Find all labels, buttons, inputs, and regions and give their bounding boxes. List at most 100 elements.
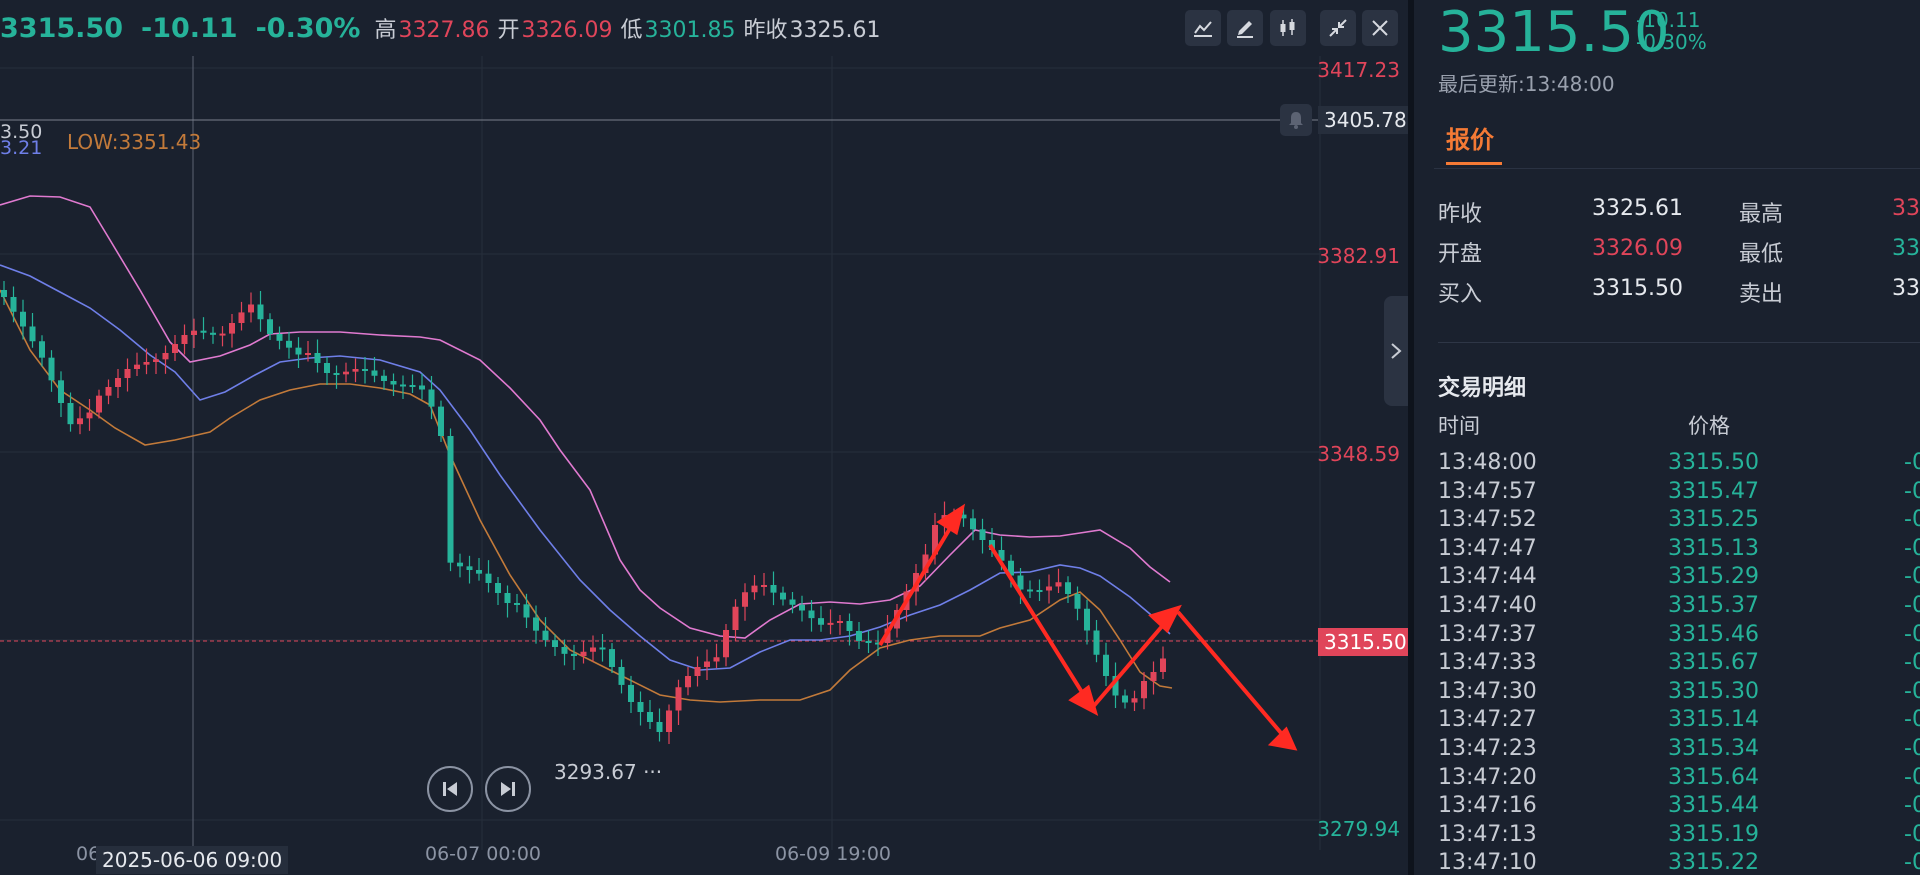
candle-body xyxy=(77,418,83,425)
quote-low-label: 最低 xyxy=(1739,242,1784,267)
ma-legend-low: LOW:3351.43 xyxy=(67,130,202,154)
quote-open-label: 开盘 xyxy=(1438,242,1483,267)
trade-change: -0 xyxy=(1904,621,1920,647)
candle-body xyxy=(723,630,729,658)
candle-body xyxy=(533,617,539,631)
current-price-tag: 3315.50 xyxy=(1318,628,1413,656)
ma-line-pink xyxy=(0,195,1171,639)
trade-time: 13:47:47 xyxy=(1438,535,1537,561)
min-price-dots: ··· xyxy=(636,760,663,784)
trade-row: 13:47:47 3315.13 -0 xyxy=(1438,536,1920,565)
candle-body xyxy=(352,369,359,372)
candle-body xyxy=(1160,658,1166,672)
candle-body xyxy=(1065,582,1071,594)
header-change: -10.11 xyxy=(140,13,238,44)
line-tool-button[interactable] xyxy=(1185,10,1221,46)
trade-price: 3315.19 xyxy=(1668,821,1759,847)
quote-prev-close: 3325.61 xyxy=(1592,196,1683,221)
min-price-marker: 3293.67 ··· xyxy=(554,760,662,784)
ma-legend-fragment: 3.50 3.21 xyxy=(0,123,42,158)
trade-row: 13:47:10 3315.22 -0 xyxy=(1438,850,1920,875)
trade-price: 3315.67 xyxy=(1668,650,1759,676)
candle-body xyxy=(808,610,815,619)
candle-body xyxy=(590,647,596,652)
candle-body xyxy=(438,406,444,436)
trade-price: 3315.47 xyxy=(1668,478,1759,504)
trade-time: 13:47:10 xyxy=(1438,850,1537,875)
close-chart-button[interactable] xyxy=(1362,10,1398,46)
candle-body xyxy=(1055,582,1062,587)
alert-bell-button[interactable] xyxy=(1280,104,1312,136)
candle-body xyxy=(742,592,748,607)
candle-body xyxy=(10,297,17,312)
trade-change: -0 xyxy=(1904,850,1920,875)
chart-type-button[interactable] xyxy=(1270,10,1306,46)
trade-time: 13:47:30 xyxy=(1438,678,1537,704)
candlestick-icon xyxy=(1280,19,1295,36)
header-high: 3327.86 xyxy=(398,18,490,43)
candle-body xyxy=(362,369,368,371)
ma-line-blue xyxy=(0,264,1171,671)
trade-change: -0 xyxy=(1904,764,1920,790)
candle-body xyxy=(371,370,378,376)
quote-side-panel: 3315.50 -10.11 -0.30% 最后更新:13:48:00 报价 昨… xyxy=(1414,0,1920,875)
trade-row: 13:48:00 3315.50 -0 xyxy=(1438,450,1920,479)
trade-time: 13:47:23 xyxy=(1438,736,1537,761)
trade-change: -0 xyxy=(1904,793,1920,819)
price-axis-label: 3279.94 xyxy=(1317,817,1400,841)
trade-change: -0 xyxy=(1904,650,1920,676)
candle-body xyxy=(514,603,520,605)
candle-body xyxy=(685,676,691,688)
trade-row: 13:47:52 3315.25 -0 xyxy=(1438,507,1920,536)
crosshair-date-tag: 2025-06-06 09:00 xyxy=(96,846,289,874)
trade-row: 13:47:16 3315.44 -0 xyxy=(1438,793,1920,822)
tab-active-underline xyxy=(1446,162,1502,165)
pencil-icon xyxy=(1237,21,1253,38)
trade-price: 3315.30 xyxy=(1668,678,1759,704)
header-open-label: 开 xyxy=(497,18,520,43)
candle-body xyxy=(694,667,701,676)
candle-body xyxy=(248,304,254,313)
trade-price: 3315.44 xyxy=(1668,793,1759,819)
candle-body xyxy=(637,702,644,712)
draw-tool-button[interactable] xyxy=(1227,10,1263,46)
candle-body xyxy=(656,722,663,732)
candle-body xyxy=(210,332,216,335)
collapse-arrows-icon xyxy=(1329,19,1347,37)
trade-row: 13:47:30 3315.30 -0 xyxy=(1438,679,1920,708)
candle-body xyxy=(561,647,568,654)
trade-time: 13:47:16 xyxy=(1438,793,1537,819)
candle-body xyxy=(1141,681,1147,699)
trade-price: 3315.22 xyxy=(1668,850,1759,875)
tab-quote[interactable]: 报价 xyxy=(1446,120,1494,155)
candle-body xyxy=(257,304,264,320)
candle-body xyxy=(552,640,558,647)
side-collapse-button[interactable] xyxy=(1384,296,1408,406)
trade-price: 3315.13 xyxy=(1668,535,1759,561)
candle-body xyxy=(276,334,283,341)
alert-price-tag[interactable]: 3405.78 xyxy=(1318,106,1413,134)
candle-body xyxy=(343,371,349,375)
chevron-right-icon xyxy=(1391,343,1402,359)
tab-separator xyxy=(1434,168,1920,169)
trade-change: -0 xyxy=(1904,678,1920,704)
candle-body xyxy=(86,412,93,419)
candle-body xyxy=(153,359,159,362)
header-change-pct: -0.30% xyxy=(255,13,361,44)
prev-button[interactable] xyxy=(427,766,473,812)
next-button[interactable] xyxy=(485,766,531,812)
candle-body xyxy=(238,312,245,323)
candle-body xyxy=(618,667,625,685)
candle-body xyxy=(162,353,169,360)
chart-canvas[interactable] xyxy=(0,0,1408,875)
x-axis-label: 06-09 19:00 xyxy=(775,843,892,865)
candle-body xyxy=(580,651,587,656)
trade-time: 13:47:37 xyxy=(1438,621,1537,647)
chart-panel[interactable]: 3315.50 -10.11 -0.30% 高 3327.86 开 3326.0… xyxy=(0,0,1413,875)
side-price: 3315.50 xyxy=(1438,0,1670,65)
collapse-chart-button[interactable] xyxy=(1320,10,1356,46)
candle-body xyxy=(799,604,805,611)
candle-body xyxy=(295,347,302,355)
candle-body xyxy=(704,661,710,667)
candle-body xyxy=(457,562,463,567)
